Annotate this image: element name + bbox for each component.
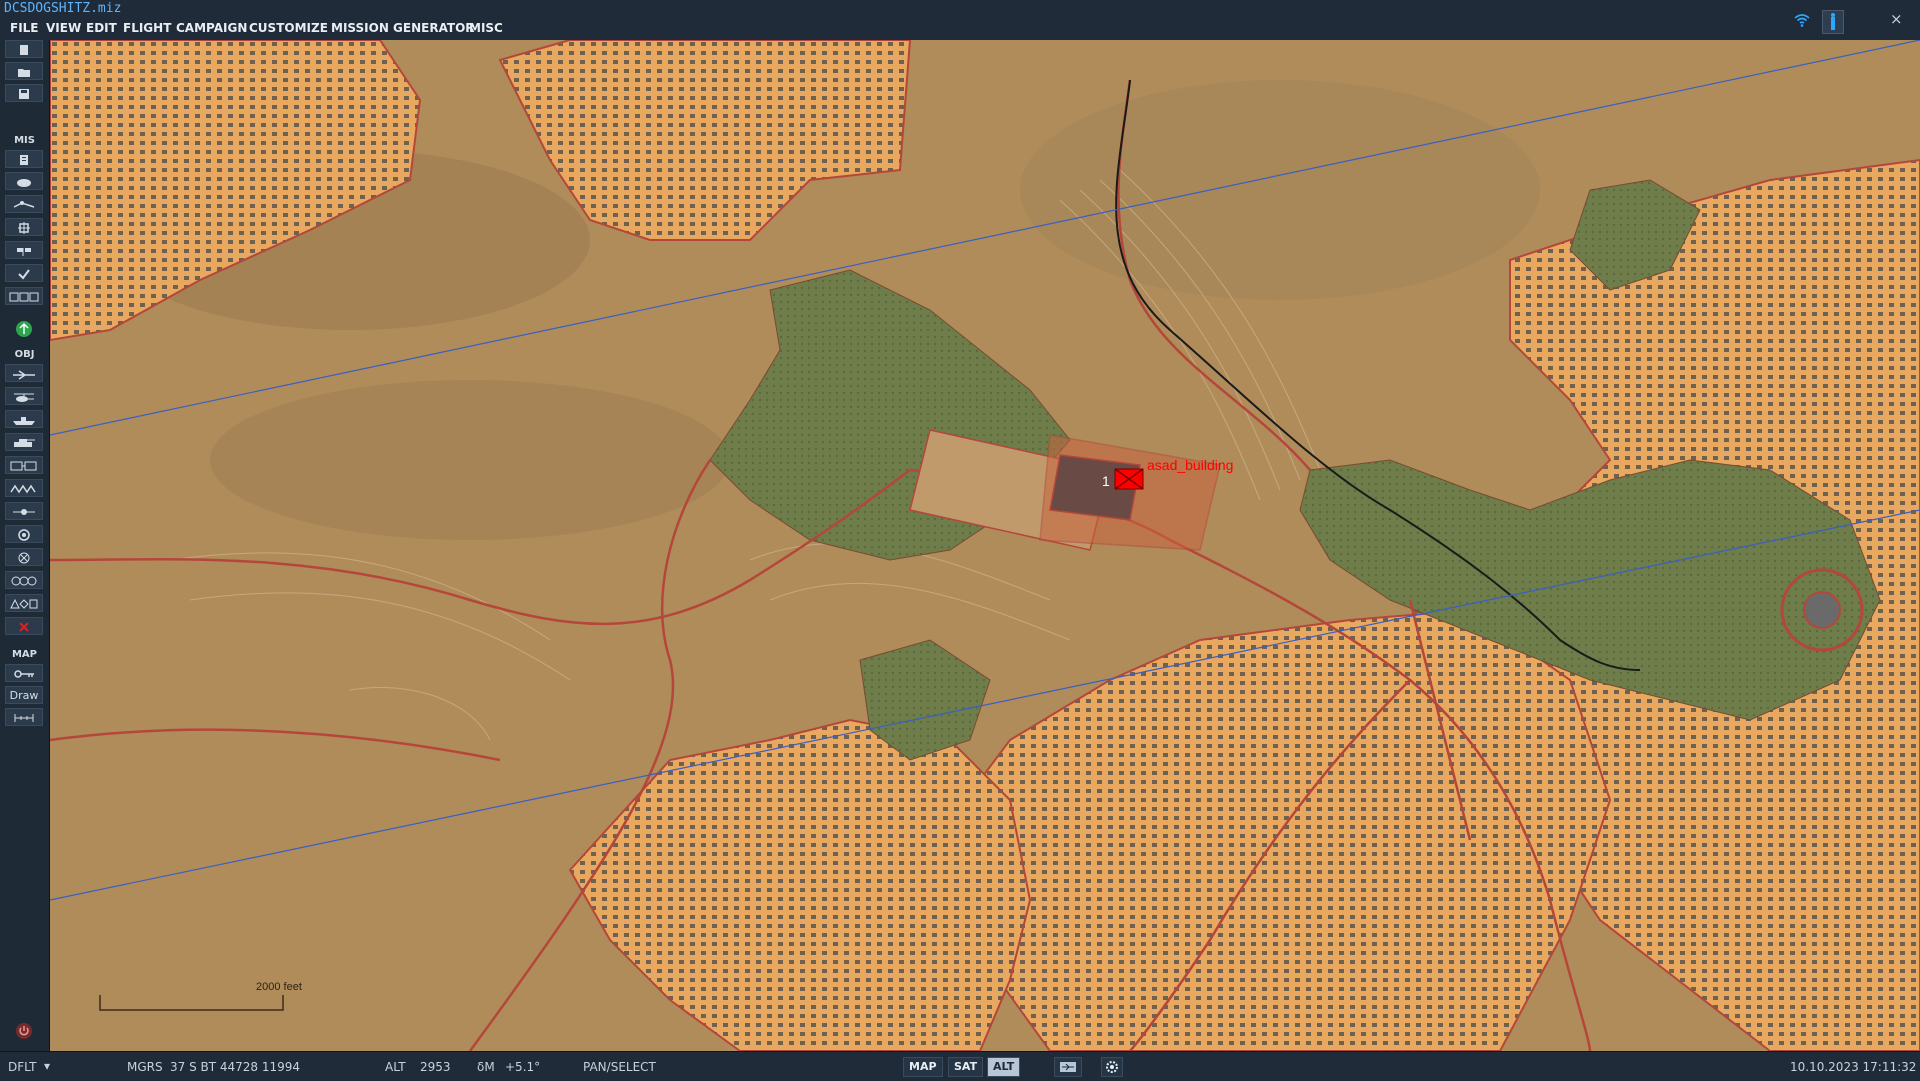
triggers-icon[interactable] (5, 287, 43, 305)
up-arrow-icon[interactable] (15, 320, 33, 338)
menu-bar: FILE VIEW EDIT FLIGHT CAMPAIGN CUSTOMIZE… (0, 18, 1920, 41)
datetime-readout: 10.10.2023 17:11:32 (1790, 1060, 1917, 1074)
aircraft-filter-icon[interactable] (1054, 1057, 1082, 1077)
settings-gear-icon[interactable] (1101, 1057, 1123, 1077)
zone-icon[interactable] (5, 525, 43, 543)
obj-section-label: OBJ (14, 349, 35, 360)
group-number-label: 1 (1102, 473, 1110, 489)
coord-system-label[interactable]: MGRS (127, 1060, 163, 1074)
weather-icon[interactable] (5, 172, 43, 190)
mode-indicator: PAN/SELECT (583, 1060, 656, 1074)
mis-section-label: MIS (14, 135, 35, 146)
draw-button[interactable]: Draw (5, 686, 43, 704)
profile-select[interactable]: DFLT (8, 1060, 37, 1074)
vehicle-icon[interactable] (5, 433, 43, 451)
menu-flight[interactable]: FLIGHT (123, 21, 171, 35)
status-bar: DFLT ▾ MGRS 37 S BT 44728 11994 ALT 2953… (0, 1051, 1920, 1081)
power-icon[interactable] (15, 1022, 33, 1040)
server-tower-icon[interactable] (1822, 10, 1844, 34)
save-icon[interactable] (5, 84, 43, 102)
menu-mission-generator[interactable]: MISSION GENERATOR (331, 21, 475, 35)
menu-edit[interactable]: EDIT (86, 21, 117, 35)
sat-view-button[interactable]: SAT (948, 1057, 984, 1077)
menu-view[interactable]: VIEW (46, 21, 81, 35)
terrain-ridge (1020, 80, 1540, 300)
magnetic-delta-label: δM (477, 1060, 495, 1074)
open-folder-icon[interactable] (5, 62, 43, 80)
chevron-down-icon[interactable]: ▾ (44, 1059, 50, 1073)
static-object-icon[interactable] (5, 456, 43, 474)
menu-campaign[interactable]: CAMPAIGN (176, 21, 247, 35)
shapes-icon[interactable] (5, 594, 43, 612)
alt-label: ALT (385, 1060, 406, 1074)
flag-icon[interactable] (5, 241, 43, 259)
magnetic-delta-value: +5.1° (505, 1060, 541, 1074)
mission-map[interactable]: 1 asad_building 2000 feet (50, 40, 1920, 1051)
plane-icon[interactable] (5, 364, 43, 382)
new-file-icon[interactable] (5, 40, 43, 58)
route-icon[interactable] (5, 195, 43, 213)
helicopter-icon[interactable] (5, 387, 43, 405)
alt-view-button[interactable]: ALT (987, 1057, 1021, 1077)
left-toolbar: MIS OBJ MAP Draw (0, 40, 50, 1051)
coordinate-readout: 37 S BT 44728 11994 (170, 1060, 301, 1074)
scale-label: 2000 feet (256, 981, 302, 993)
menu-misc[interactable]: MISC (469, 21, 503, 35)
close-icon[interactable]: × (1890, 10, 1903, 28)
formation-icon[interactable] (5, 571, 43, 589)
map-section-label: MAP (11, 649, 38, 660)
menu-file[interactable]: FILE (10, 21, 39, 35)
ruler-icon[interactable] (5, 708, 43, 726)
window-title: DCSDOGSHITZ.miz (4, 1, 122, 16)
briefing-icon[interactable] (5, 150, 43, 168)
target-icon[interactable] (5, 218, 43, 236)
ship-icon[interactable] (5, 410, 43, 428)
terrain-ridge (210, 380, 730, 540)
title-bar: DCSDOGSHITZ.miz (0, 0, 1920, 18)
delete-icon[interactable] (5, 617, 43, 635)
nav-point-icon[interactable] (5, 548, 43, 566)
map-view-button[interactable]: MAP (903, 1057, 943, 1077)
waypoint-icon[interactable] (5, 502, 43, 520)
wifi-icon[interactable] (1794, 12, 1810, 28)
map-key-icon[interactable] (5, 664, 43, 682)
trees-icon[interactable] (5, 479, 43, 497)
check-icon[interactable] (5, 264, 43, 282)
object-label: asad_building (1147, 457, 1233, 473)
menu-customize[interactable]: CUSTOMIZE (249, 21, 328, 35)
alt-value: 2953 (420, 1060, 451, 1074)
